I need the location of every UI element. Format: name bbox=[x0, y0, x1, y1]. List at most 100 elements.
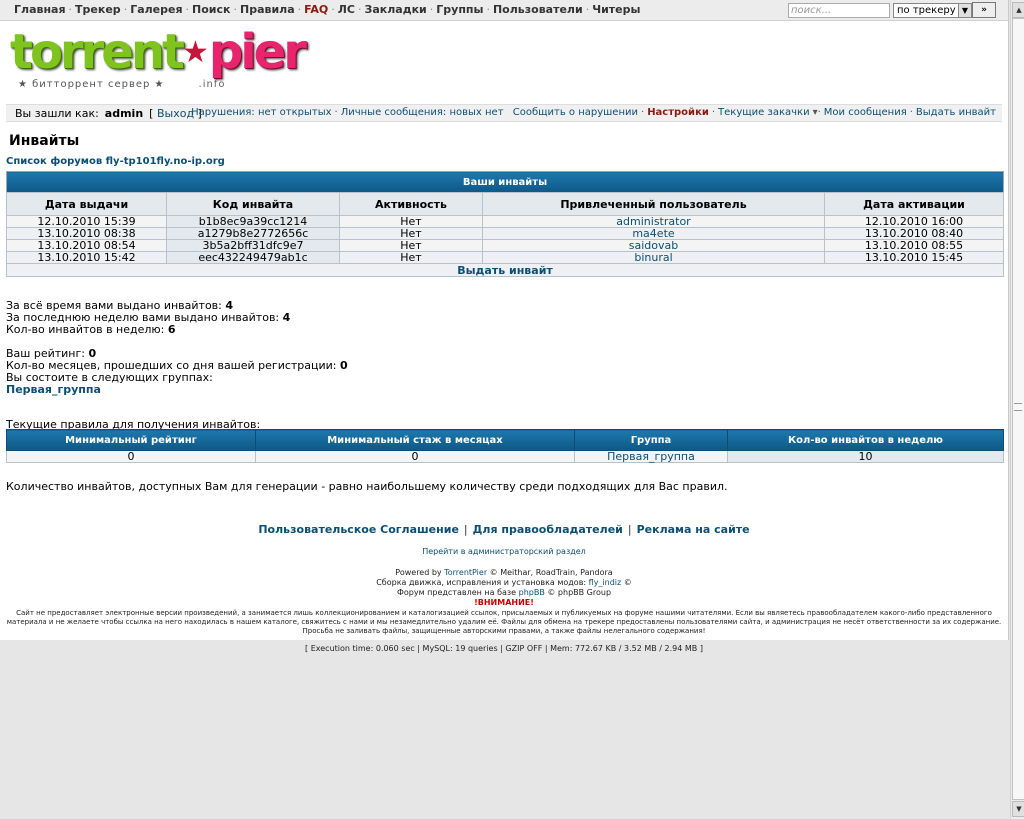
site-logo[interactable]: torrent★pier ★ битторрент сервер ★ .info bbox=[10, 24, 307, 96]
cell-invite-code: b1b8ec9a39cc1214 bbox=[166, 215, 340, 228]
nav-search[interactable]: Поиск bbox=[192, 3, 230, 16]
cell-invited-user: saidovab bbox=[482, 239, 825, 252]
cell-min-months: 0 bbox=[255, 450, 575, 463]
build-line: Сборка движка, исправления и установка м… bbox=[0, 578, 1008, 588]
cell-issue-date: 13.10.2010 08:54 bbox=[6, 239, 167, 252]
stat-group: Первая_группа bbox=[6, 384, 348, 396]
logo-part-torrent: torrent bbox=[10, 24, 185, 80]
rules-table: Минимальный рейтинг Минимальный стаж в м… bbox=[6, 429, 1004, 463]
cell-min-rating: 0 bbox=[6, 450, 256, 463]
stat-months-value: 0 bbox=[340, 359, 348, 372]
build-author-link[interactable]: fly_indiz bbox=[589, 578, 622, 587]
vertical-scrollbar[interactable]: ▲ ▼ bbox=[1010, 0, 1024, 819]
separator: · bbox=[331, 3, 335, 16]
user-agreement-link[interactable]: Пользовательское Соглашение bbox=[258, 523, 459, 536]
nav-home[interactable]: Главная bbox=[14, 3, 66, 16]
powered-text: Powered by bbox=[395, 568, 442, 577]
scroll-up-icon[interactable]: ▲ bbox=[1012, 2, 1024, 18]
advertising-link[interactable]: Реклама на сайте bbox=[637, 523, 750, 536]
settings-link[interactable]: Настройки bbox=[647, 107, 709, 118]
username[interactable]: admin bbox=[105, 107, 143, 120]
build-text: Сборка движка, исправления и установка м… bbox=[376, 578, 587, 587]
disclaimer-text: Сайт не предоставляет электронные версии… bbox=[6, 609, 1002, 635]
table-row: 0 0 Первая_группа 10 bbox=[6, 450, 1004, 463]
nav-faq[interactable]: FAQ bbox=[304, 3, 328, 16]
login-info: Вы зашли как: admin[ Выход ] bbox=[15, 107, 202, 120]
build-copyright: © bbox=[623, 578, 632, 587]
current-downloads-link[interactable]: Текущие закачки bbox=[718, 107, 810, 118]
table-row: 12.10.2010 15:39 b1b8ec9a39cc1214 Нет ad… bbox=[6, 215, 1004, 228]
give-invite-cell: Выдать инвайт bbox=[6, 263, 1004, 277]
search-input[interactable]: поиск... bbox=[788, 3, 890, 18]
nav-gallery[interactable]: Галерея bbox=[130, 3, 182, 16]
cell-activity: Нет bbox=[339, 251, 483, 264]
column-header-activity: Активность bbox=[339, 192, 483, 216]
top-navigation-bar: Главная · Трекер · Галерея · Поиск · Правила · FAQ… bbox=[0, 0, 1008, 21]
nav-groups[interactable]: Группы bbox=[436, 3, 483, 16]
column-header-min-rating: Минимальный рейтинг bbox=[6, 429, 256, 451]
give-invite-button[interactable]: Выдать инвайт bbox=[457, 264, 553, 277]
nav-users[interactable]: Пользователи bbox=[493, 3, 583, 16]
nav-rules[interactable]: Правила bbox=[240, 3, 295, 16]
warning-title: !ВНИМАНИЕ! bbox=[474, 598, 534, 607]
chevron-down-icon: ▼ bbox=[958, 4, 971, 17]
powered-authors: © Meithar, RoadTrain, Pandora bbox=[489, 568, 613, 577]
rules-note: Количество инвайтов, доступных Вам для г… bbox=[6, 480, 728, 493]
logo-tagline: ★ битторрент сервер ★ .info bbox=[18, 79, 225, 90]
forum-base-line: Форум представлен на базе phpBB © phpBB … bbox=[0, 588, 1008, 598]
nav-tracker[interactable]: Трекер bbox=[75, 3, 121, 16]
stat-per-week-label: Кол-во инвайтов в неделю: bbox=[6, 323, 165, 336]
stat-per-week-value: 6 bbox=[167, 323, 176, 336]
invites-table-caption: Ваши инвайты bbox=[6, 171, 1004, 193]
group-link[interactable]: Первая_группа bbox=[607, 450, 695, 463]
nav-pm[interactable]: ЛС bbox=[338, 3, 355, 16]
execution-stats: [ Execution time: 0.060 sec | MySQL: 19 … bbox=[305, 644, 703, 653]
search-go-button[interactable]: » bbox=[972, 2, 996, 18]
star-icon: ★ bbox=[181, 35, 209, 70]
table-row: 13.10.2010 15:42 eec432249479ab1c Нет bi… bbox=[6, 251, 1004, 264]
forum-list-link[interactable]: Список форумов fly-tp101fly.no-ip.org bbox=[6, 156, 225, 167]
nav-bookmarks[interactable]: Закладки bbox=[365, 3, 427, 16]
cell-activation-date: 13.10.2010 15:45 bbox=[824, 251, 1004, 264]
private-messages-link[interactable]: Личные сообщения: новых нет bbox=[341, 107, 504, 118]
search-scope-select[interactable]: по трекеру ▼ bbox=[893, 3, 972, 18]
logout-link[interactable]: Выход bbox=[157, 107, 194, 120]
cell-activation-date: 13.10.2010 08:55 bbox=[824, 239, 1004, 252]
cell-issue-date: 13.10.2010 15:42 bbox=[6, 251, 167, 264]
cell-activation-date: 12.10.2010 16:00 bbox=[824, 215, 1004, 228]
logo-part-pier: pier bbox=[208, 24, 307, 80]
torrentpier-link[interactable]: TorrentPier bbox=[444, 568, 487, 577]
scroll-down-icon[interactable]: ▼ bbox=[1012, 801, 1024, 817]
report-link[interactable]: Сообщить о нарушении bbox=[513, 107, 638, 118]
admin-panel-link[interactable]: Перейти в администраторский раздел bbox=[422, 547, 586, 556]
separator: · bbox=[123, 3, 128, 16]
column-header-issue-date: Дата выдачи bbox=[6, 192, 167, 216]
separator bbox=[507, 107, 510, 118]
forum-base-text: Форум представлен на базе bbox=[396, 588, 517, 597]
separator: · bbox=[334, 107, 338, 118]
nav-cheaters[interactable]: Читеры bbox=[592, 3, 640, 16]
column-header-invited-user: Привлеченный пользователь bbox=[482, 192, 825, 216]
logged-as-label: Вы зашли как: bbox=[15, 107, 99, 120]
column-header-activation-date: Дата активации bbox=[824, 192, 1004, 216]
cell-invited-user: ma4ete bbox=[482, 227, 825, 240]
cell-issue-date: 13.10.2010 08:38 bbox=[6, 227, 167, 240]
separator: · bbox=[711, 107, 716, 118]
violations-link[interactable]: Нарушения: нет открытых bbox=[191, 107, 331, 118]
cell-invite-code: a1279b8e2772656c bbox=[166, 227, 340, 240]
cell-invites-per-week: 10 bbox=[727, 450, 1004, 463]
user-link[interactable]: binural bbox=[634, 251, 672, 264]
table-footer-row: Выдать инвайт bbox=[6, 263, 1004, 277]
invite-statistics: За всё время вами выдано инвайтов: 4 За … bbox=[6, 300, 348, 396]
separator: · bbox=[68, 3, 73, 16]
downloads-icon[interactable]: ▾· bbox=[813, 107, 821, 118]
tagline-text: ★ битторрент сервер ★ bbox=[18, 79, 165, 90]
my-posts-link[interactable]: Мои сообщения bbox=[824, 107, 907, 118]
copyright-holders-link[interactable]: Для правообладателей bbox=[473, 523, 623, 536]
cell-activity: Нет bbox=[339, 227, 483, 240]
give-invite-link[interactable]: Выдать инвайт bbox=[916, 107, 996, 118]
phpbb-link[interactable]: phpBB bbox=[519, 588, 545, 597]
group-link[interactable]: Первая_группа bbox=[6, 383, 101, 396]
table-row: 13.10.2010 08:38 a1279b8e2772656c Нет ma… bbox=[6, 227, 1004, 240]
separator: · bbox=[233, 3, 238, 16]
